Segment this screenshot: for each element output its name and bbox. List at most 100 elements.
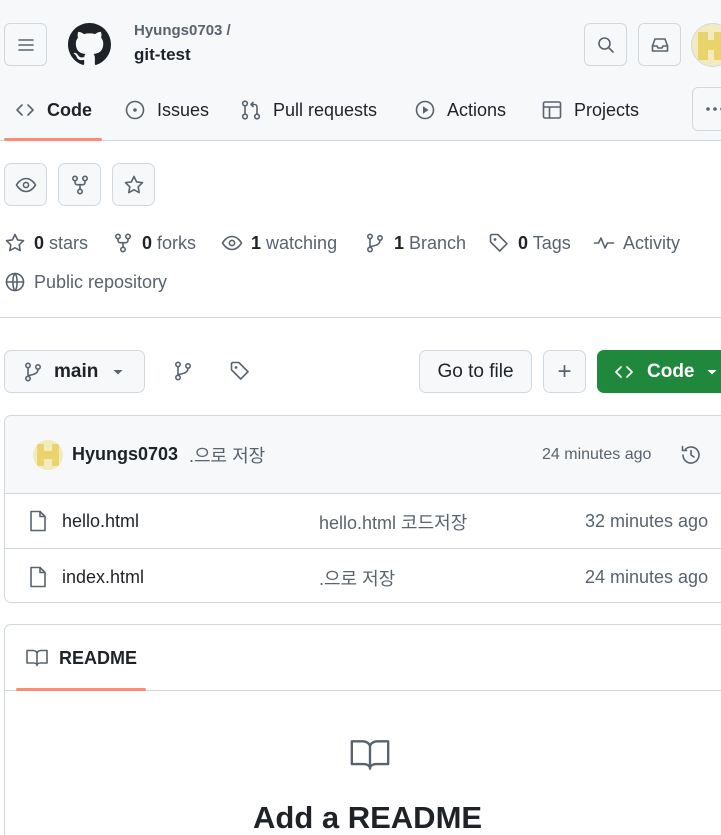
tab-actions[interactable]: Actions [414,94,506,126]
go-to-file-button[interactable]: Go to file [419,350,532,393]
identicon-icon [698,32,721,60]
stars-link[interactable]: 0 stars [4,230,88,256]
commit-author-avatar[interactable] [33,440,63,470]
code-icon [16,104,34,116]
watch-button[interactable] [4,163,47,206]
tab-selected-underline [4,138,102,141]
repo-header: Hyungs0703 / git-test Code Issues Pull r… [0,0,721,141]
add-file-button[interactable]: + [543,350,586,393]
file-icon [30,510,46,532]
activity-label: Activity [623,232,681,253]
branch-select[interactable]: main [4,350,145,393]
file-table: Hyungs0703 .으로 저장 24 minutes ago hello.h… [4,415,721,603]
tags-link[interactable]: 0 Tags [488,230,571,256]
file-icon [30,566,46,588]
tab-code-label: Code [47,99,92,120]
visibility-label: Public repository [34,271,168,292]
latest-commit-row: Hyungs0703 .으로 저장 24 minutes ago [5,416,721,494]
pulse-icon [593,237,615,249]
repo-owner-link[interactable]: Hyungs0703 / [134,22,231,39]
commit-time: 24 minutes ago [542,446,652,463]
visibility-info: Public repository [4,269,167,295]
code-dropdown-button[interactable]: Code [597,350,721,393]
history-icon [681,445,700,464]
file-row[interactable]: hello.html hello.html 코드저장 32 minutes ag… [5,494,721,549]
more-tabs-button[interactable] [692,87,721,131]
identicon-icon [37,444,59,466]
branches-button[interactable] [172,360,194,382]
readme-tab-label: README [59,647,138,668]
git-pull-request-icon [241,100,261,120]
add-readme-title: Add a README [253,800,483,835]
git-branch-icon [174,361,192,381]
activity-link[interactable]: Activity [593,230,680,256]
user-avatar[interactable] [691,23,721,67]
kebab-horizontal-icon [705,107,721,111]
file-commit-message[interactable]: .으로 저장 [319,565,395,591]
plus-icon: + [557,357,572,385]
watching-count: 1 [251,232,262,253]
tab-projects[interactable]: Projects [541,94,639,126]
star-icon [5,233,25,252]
branches-link[interactable]: 1 Branch [364,230,466,256]
branch-count: 1 [394,232,405,253]
watching-link[interactable]: 1 watching [221,230,337,256]
go-to-file-label: Go to file [437,360,514,382]
forks-count: 0 [142,232,153,253]
book-icon [350,740,390,770]
play-icon [415,100,435,120]
file-commit-time: 24 minutes ago [585,567,709,587]
history-button[interactable] [679,443,703,467]
file-commit-message[interactable]: hello.html 코드저장 [319,509,467,535]
file-row[interactable]: index.html .으로 저장 24 minutes ago [5,550,721,602]
inbox-icon [651,37,668,52]
stars-count: 0 [34,232,45,253]
branch-label: Branch [409,232,467,253]
divider [0,317,721,318]
tab-pull-requests[interactable]: Pull requests [240,94,377,126]
eye-icon [15,177,36,192]
tags-button[interactable] [229,360,251,382]
tab-issues[interactable]: Issues [124,94,209,126]
commit-author[interactable]: Hyungs0703 [72,444,178,465]
forks-link[interactable]: 0 forks [112,230,196,256]
tab-pull-requests-label: Pull requests [273,99,378,120]
file-name[interactable]: index.html [62,567,144,588]
github-mark-icon [68,23,111,65]
code-button-label: Code [647,360,695,382]
eye-icon [221,235,243,251]
readme-header: README [5,625,721,691]
fork-button[interactable] [58,163,101,206]
hamburger-icon [17,38,34,51]
stars-label: stars [49,232,89,253]
forks-label: forks [157,232,197,253]
menu-button[interactable] [4,23,47,66]
book-icon [26,649,48,667]
git-branch-icon [366,233,384,253]
star-button[interactable] [112,163,155,206]
tags-label: Tags [532,232,571,253]
commit-message[interactable]: .으로 저장 [189,442,265,468]
globe-icon [5,272,25,292]
repo-forked-icon [71,174,88,195]
readme-tab-underline [16,688,146,691]
tags-count: 0 [518,232,529,253]
tab-code[interactable]: Code [14,94,92,126]
search-icon [597,36,614,53]
repo-name-link[interactable]: git-test [134,45,191,65]
triangle-down-icon [113,369,123,374]
inbox-button[interactable] [638,23,681,66]
triangle-down-icon [707,369,716,374]
repo-forked-icon [114,233,132,253]
issue-opened-icon [125,100,145,120]
github-logo[interactable] [68,23,111,66]
search-button[interactable] [584,23,627,66]
file-name[interactable]: hello.html [62,511,139,532]
tag-icon [230,361,249,380]
file-commit-time: 32 minutes ago [585,511,709,531]
readme-tab[interactable]: README [25,647,137,669]
table-icon [542,101,562,119]
star-icon [124,175,143,193]
code-icon [615,365,633,378]
tag-icon [489,233,508,252]
